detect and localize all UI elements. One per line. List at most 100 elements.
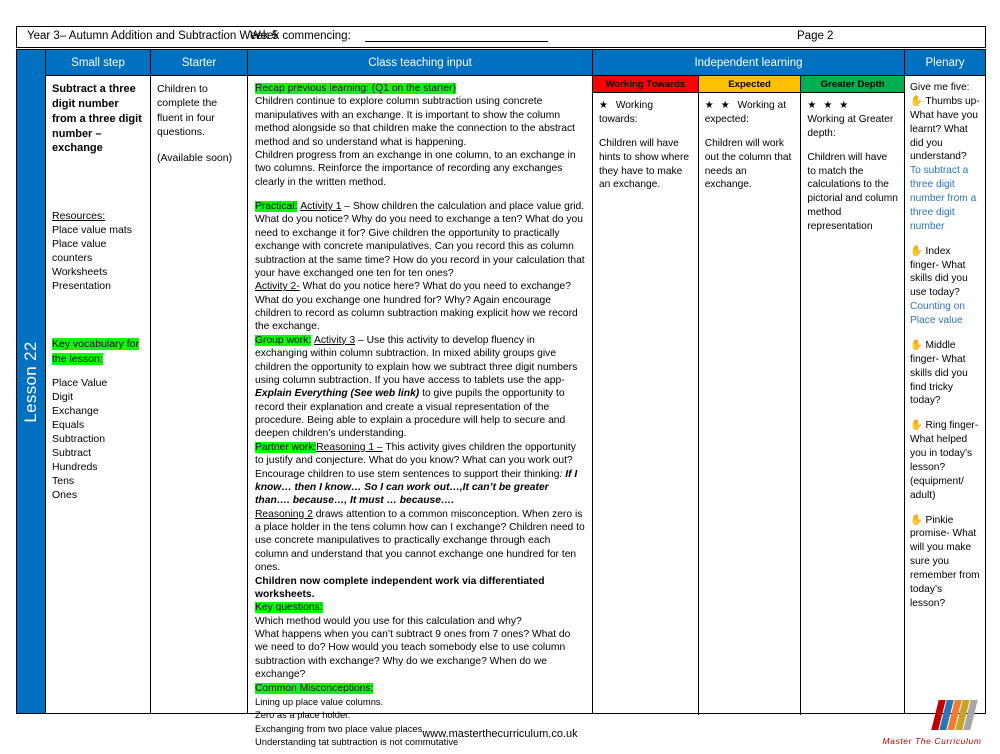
column-header-starter: Starter (151, 50, 247, 76)
star-rating-icon: ★ (599, 100, 611, 111)
recap-paragraph-2: Children progress from an exchange in on… (255, 149, 576, 188)
band-description: Children will have hints to show where t… (599, 137, 690, 191)
plenary-item: ✋ Pinkie promise- What will you make sur… (910, 514, 980, 611)
hand-icon: ✋ (910, 514, 923, 526)
class-teaching-body: Recap previous learning: (Q1 on the star… (248, 76, 592, 754)
lesson-spine: Lesson 22 (17, 50, 45, 713)
band-heading: Working at Greater depth: (807, 113, 894, 139)
plenary-answer: To subtract a three digit number from a … (910, 165, 977, 232)
hand-icon: ✋ (910, 339, 923, 351)
resource-item: Place value counters (52, 237, 107, 264)
band-body-greater-depth: ★ ★ ★ Working at Greater depth: Children… (801, 93, 904, 240)
list-item: Hundreds (52, 460, 98, 473)
plenary-item: ✋ Ring finger- What helped you in today’… (910, 419, 980, 502)
column-class-teaching-input: Class teaching input Recap previous lear… (247, 50, 592, 747)
resource-item: Place value mats (52, 224, 132, 237)
key-questions-label: Key questions: (255, 602, 323, 614)
group-work-block: Group work: Activity 3 – Use this activi… (255, 334, 585, 441)
plenary-item: ✋ Index finger- What skills did you use … (910, 245, 980, 328)
reasoning-2-label: Reasoning 2 (255, 508, 313, 520)
column-plenary: Plenary Give me five: ✋ Thumbs up- What … (904, 50, 985, 713)
list-item: Lining up place value columns. (255, 695, 384, 707)
band-heading-row: ★ ★ Working at expected: (705, 99, 795, 127)
list-item: Exchange (52, 405, 99, 417)
key-vocabulary-label-wrap: Key vocabulary for the lesson: (52, 337, 144, 367)
resource-item: Presentation (52, 279, 111, 292)
band-expected: Expected ★ ★ Working at expected: Childr… (698, 76, 802, 715)
list-item: Equals (52, 418, 85, 431)
column-header-small-step: Small step (46, 50, 150, 76)
column-header-independent-learning: Independent learning (593, 50, 904, 76)
band-description: Children will have to match the calculat… (807, 151, 898, 232)
activity-2-block: Activity 2- What do you notice here? Wha… (255, 280, 585, 334)
activity-2-text: What do you notice here? What do you nee… (255, 281, 578, 333)
hand-icon: ✋ (910, 420, 923, 432)
plenary-body: Give me five: ✋ Thumbs up- What have you… (905, 76, 985, 616)
plenary-answer: Counting on Place value (910, 301, 965, 326)
starter-body: Children to complete the fluent in four … (151, 76, 247, 169)
lesson-plan-table: Lesson 22 Small step Subtract a three di… (16, 49, 986, 747)
activity-3-app-name: Explain Everything (See web link) (255, 388, 420, 400)
small-step-body: Subtract a three digit number from a thr… (46, 76, 150, 507)
band-body-working-towards: ★ Working towards: Children will have hi… (593, 93, 698, 198)
reasoning-2-block: Reasoning 2 draws attention to a common … (255, 508, 585, 575)
list-item: Ones (52, 488, 78, 501)
misconceptions-list: Lining up place value columns. Zero as a… (255, 695, 585, 748)
week-commencing-blank-line (365, 41, 548, 42)
recap-label: Recap previous learning: (Q1 on the star… (255, 83, 456, 94)
column-independent-learning: Independent learning Working Towards ★ W… (592, 50, 904, 715)
activity-2-label: Activity 2- (255, 281, 300, 293)
column-small-step: Small step Subtract a three digit number… (45, 50, 150, 713)
group-work-label: Group work: (255, 334, 312, 346)
list-item: Subtraction (52, 432, 106, 445)
independent-learning-bands: Working Towards ★ Working towards: Child… (593, 76, 904, 715)
band-heading-row: ★ Working towards: (599, 99, 692, 127)
column-header-plenary: Plenary (905, 50, 985, 76)
footer-website-url: www.masterthecurriculum.co.uk (422, 728, 578, 740)
resources-label: Resources: (52, 210, 106, 223)
recap-paragraph-1: Children continue to explore column subt… (255, 96, 575, 148)
plenary-question: Pinkie promise- What will you make sure … (910, 514, 980, 609)
vocabulary-list: Place Value Digit Exchange Equals Subtra… (52, 377, 144, 503)
band-working-towards: Working Towards ★ Working towards: Child… (593, 76, 699, 715)
page-title: Year 3– Autumn Addition and Subtraction … (27, 30, 279, 42)
common-misconceptions-label: Common Misconceptions: (255, 682, 374, 694)
band-header-expected: Expected (698, 76, 801, 93)
hand-icon: ✋ (910, 245, 923, 257)
lesson-plan-page: Year 3– Autumn Addition and Subtraction … (0, 0, 1000, 750)
starter-text: Children to complete the fluent in four … (157, 83, 218, 138)
page-number: Page 2 (797, 30, 834, 42)
list-item: Subtract (52, 446, 92, 459)
small-step-title: Subtract a three digit number from a thr… (52, 83, 142, 155)
practical-block: Practical: Activity 1 – Show children th… (255, 200, 585, 280)
brand-logo-icon (931, 700, 983, 734)
column-starter: Starter Children to complete the fluent … (150, 50, 247, 713)
band-header-working-towards: Working Towards (593, 76, 698, 93)
list-item: Tens (52, 474, 75, 487)
key-questions-label-wrap: Key questions: (255, 601, 585, 614)
band-header-greater-depth: Greater Depth (801, 76, 904, 93)
resource-item: Worksheets (52, 265, 108, 278)
list-item: Digit (52, 391, 74, 404)
column-header-class-teaching-input: Class teaching input (248, 50, 592, 76)
reasoning-1-label: Reasoning 1 – (316, 441, 383, 453)
list-item: Place Value (52, 377, 108, 390)
plenary-item: ✋ Middle finger- What skills did you fin… (910, 339, 980, 408)
activity-1-text: – Show children the calculation and plac… (255, 201, 585, 279)
partner-work-block: Partner work:Reasoning 1 – This activity… (255, 441, 585, 508)
plenary-question: Ring finger- What helped you in today’s … (910, 420, 979, 501)
brand-logo-caption: Master The Curriculum (882, 736, 982, 746)
week-commencing-label: Week commencing: (250, 30, 351, 42)
recap-label-wrap: Recap previous learning: (Q1 on the star… (255, 82, 585, 95)
practical-label: Practical: (255, 201, 298, 212)
